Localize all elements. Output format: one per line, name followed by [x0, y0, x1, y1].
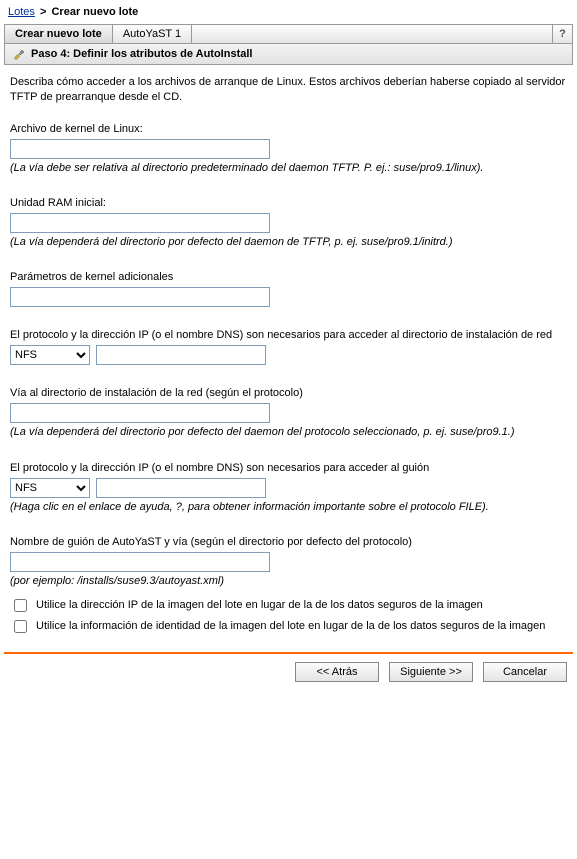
step-title: Paso 4: Definir los atributos de AutoIns…	[31, 48, 252, 60]
ram-block: Unidad RAM inicial: (La vía dependerá de…	[10, 197, 567, 249]
netpath-label: Vía al directorio de instalación de la r…	[10, 387, 567, 399]
params-input[interactable]	[10, 287, 270, 307]
ram-hint: (La vía dependerá del directorio por def…	[10, 235, 567, 249]
netpath-block: Vía al directorio de instalación de la r…	[10, 387, 567, 439]
breadcrumb-separator: >	[38, 6, 48, 18]
breadcrumb: Lotes > Crear nuevo lote	[4, 4, 573, 24]
script-label: El protocolo y la dirección IP (o el nom…	[10, 462, 567, 474]
scriptname-hint: (por ejemplo: /installs/suse9.3/autoyast…	[10, 574, 567, 588]
netinst-address-input[interactable]	[96, 345, 266, 365]
netinst-label: El protocolo y la dirección IP (o el nom…	[10, 329, 567, 341]
ram-input[interactable]	[10, 213, 270, 233]
intro-text: Describa cómo acceder a los archivos de …	[10, 75, 567, 105]
script-block: El protocolo y la dirección IP (o el nom…	[10, 462, 567, 514]
tools-icon	[11, 47, 25, 61]
params-label: Parámetros de kernel adicionales	[10, 271, 567, 283]
scriptname-block: Nombre de guión de AutoYaST y vía (según…	[10, 536, 567, 588]
tab-crear-nuevo-lote[interactable]: Crear nuevo lote	[5, 25, 113, 43]
use-ip-checkbox[interactable]	[14, 599, 27, 612]
script-protocol-select[interactable]: NFS	[10, 478, 90, 498]
tab-bar: Crear nuevo lote AutoYaST 1 ?	[4, 24, 573, 44]
form-content: Describa cómo acceder a los archivos de …	[4, 65, 573, 644]
tab-autoyast-1[interactable]: AutoYaST 1	[113, 25, 192, 43]
breadcrumb-current: Crear nuevo lote	[51, 6, 138, 18]
kernel-input[interactable]	[10, 139, 270, 159]
netinst-block: El protocolo y la dirección IP (o el nom…	[10, 329, 567, 365]
wizard-footer: << Atrás Siguiente >> Cancelar	[4, 652, 573, 686]
params-block: Parámetros de kernel adicionales	[10, 271, 567, 307]
help-button[interactable]: ?	[552, 25, 572, 43]
kernel-block: Archivo de kernel de Linux: (La vía debe…	[10, 123, 567, 175]
kernel-hint: (La vía debe ser relativa al directorio …	[10, 161, 567, 175]
use-identity-label: Utilice la información de identidad de l…	[36, 619, 545, 633]
use-identity-checkbox[interactable]	[14, 620, 27, 633]
kernel-label: Archivo de kernel de Linux:	[10, 123, 567, 135]
back-button[interactable]: << Atrás	[295, 662, 379, 682]
use-ip-row: Utilice la dirección IP de la imagen del…	[10, 598, 567, 615]
scriptname-input[interactable]	[10, 552, 270, 572]
cancel-button[interactable]: Cancelar	[483, 662, 567, 682]
step-header: Paso 4: Definir los atributos de AutoIns…	[4, 44, 573, 65]
breadcrumb-root-link[interactable]: Lotes	[8, 6, 35, 18]
netpath-hint: (La vía dependerá del directorio por def…	[10, 425, 567, 439]
script-address-input[interactable]	[96, 478, 266, 498]
netpath-input[interactable]	[10, 403, 270, 423]
scriptname-label: Nombre de guión de AutoYaST y vía (según…	[10, 536, 567, 548]
script-hint: (Haga clic en el enlace de ayuda, ?, par…	[10, 500, 567, 514]
ram-label: Unidad RAM inicial:	[10, 197, 567, 209]
next-button[interactable]: Siguiente >>	[389, 662, 473, 682]
use-identity-row: Utilice la información de identidad de l…	[10, 619, 567, 636]
netinst-protocol-select[interactable]: NFS	[10, 345, 90, 365]
use-ip-label: Utilice la dirección IP de la imagen del…	[36, 598, 483, 612]
